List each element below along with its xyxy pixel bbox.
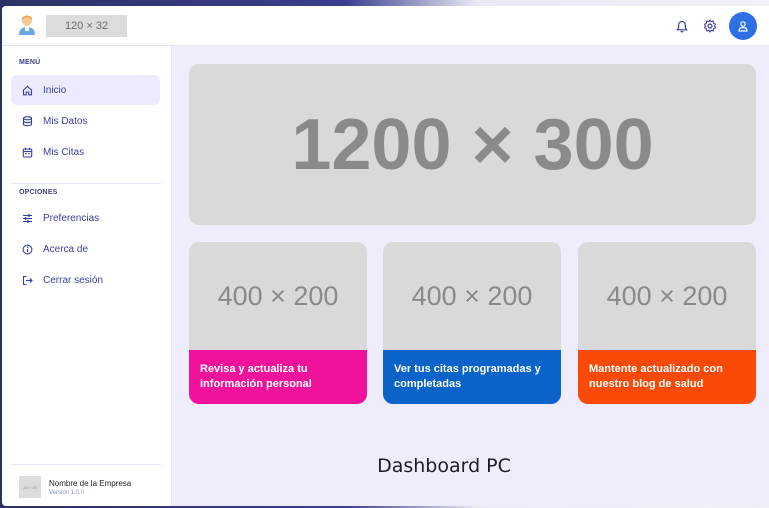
card-text: Mantente actualizado con nuestro blog de…	[578, 350, 756, 404]
sidebar-item-inicio[interactable]: Inicio	[11, 75, 160, 105]
sidebar-item-label: Cerrar sesión	[43, 274, 104, 286]
app-window: 120 × 32 MENÚ Inicio Mis Datos Mis Citas…	[2, 6, 769, 506]
profile-button[interactable]	[729, 12, 757, 40]
hero-banner-placeholder: 1200 × 300	[189, 64, 756, 225]
page-caption: Dashboard PC	[377, 455, 511, 477]
card-image-placeholder: 400 × 200	[578, 242, 756, 350]
top-bar: 120 × 32	[2, 6, 769, 46]
user-icon	[738, 21, 748, 32]
info-icon	[21, 243, 33, 255]
card-image-placeholder: 400 × 200	[383, 242, 561, 350]
sidebar-item-cerrar-sesion[interactable]: Cerrar sesión	[11, 265, 160, 295]
bell-icon[interactable]	[673, 17, 691, 35]
top-actions	[673, 12, 757, 40]
card-text: Ver tus citas programadas y completadas	[383, 350, 561, 404]
sidebar-item-mis-citas[interactable]: Mis Citas	[11, 137, 160, 167]
company-logo: 20 × 20	[19, 476, 41, 498]
sidebar-item-preferencias[interactable]: Preferencias	[11, 203, 160, 233]
user-avatar-logo[interactable]	[16, 14, 38, 36]
card-text: Revisa y actualiza tu información person…	[189, 350, 367, 404]
company-name: Nombre de la Empresa	[49, 478, 132, 488]
avatar-illustration-icon	[19, 15, 35, 35]
sidebar-footer-divider	[11, 464, 161, 465]
section-label-opciones: OPCIONES	[19, 189, 58, 196]
sidebar-item-label: Mis Datos	[43, 115, 88, 127]
sidebar-divider	[11, 183, 161, 184]
card-health-blog[interactable]: 400 × 200 Mantente actualizado con nuest…	[578, 242, 756, 404]
window-frame: 120 × 32 MENÚ Inicio Mis Datos Mis Citas…	[0, 0, 769, 508]
sidebar-item-label: Mis Citas	[43, 146, 85, 158]
section-label-menu: MENÚ	[19, 59, 41, 66]
sidebar-item-label: Acerca de	[43, 243, 89, 255]
card-image-placeholder: 400 × 200	[189, 242, 367, 350]
sidebar-item-acerca-de[interactable]: Acerca de	[11, 234, 160, 264]
company-version: Versión 1.0.0	[49, 489, 85, 496]
company-text: Nombre de la Empresa Versión 1.0.0	[49, 479, 131, 496]
sidebar-item-label: Inicio	[43, 84, 67, 96]
sidebar-item-label: Preferencias	[43, 212, 100, 224]
card-appointments[interactable]: 400 × 200 Ver tus citas programadas y co…	[383, 242, 561, 404]
sliders-icon	[21, 212, 33, 224]
card-personal-info[interactable]: 400 × 200 Revisa y actualiza tu informac…	[189, 242, 367, 404]
logout-icon	[21, 274, 33, 286]
home-icon	[21, 84, 33, 96]
database-icon	[21, 115, 33, 127]
sidebar: MENÚ Inicio Mis Datos Mis Citas OPCIONES…	[2, 46, 172, 506]
company-info: 20 × 20 Nombre de la Empresa Versión 1.0…	[19, 476, 131, 498]
logo-placeholder: 120 × 32	[46, 15, 127, 37]
gear-icon[interactable]	[701, 17, 719, 35]
sidebar-item-mis-datos[interactable]: Mis Datos	[11, 106, 160, 136]
calendar-icon	[21, 146, 33, 158]
